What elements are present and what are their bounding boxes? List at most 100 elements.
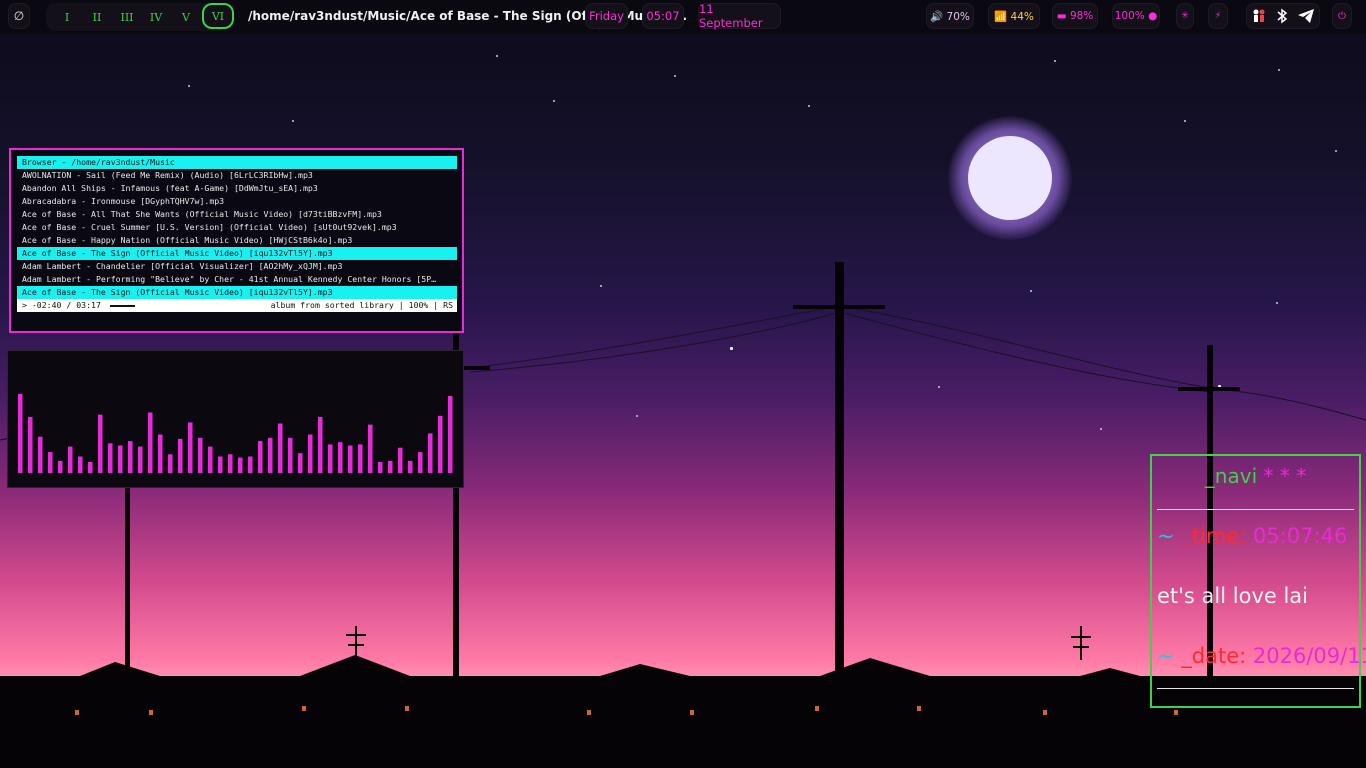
visualizer-bar xyxy=(318,416,323,473)
brightness-label: 100% ● xyxy=(1114,10,1158,22)
now-playing-bar: Ace of Base - The Sign (Official Music V… xyxy=(17,286,457,299)
date-value: 2026/09/11 xyxy=(1252,644,1366,668)
visualizer-bar xyxy=(28,416,33,473)
divider xyxy=(1157,509,1354,510)
visualizer-bar xyxy=(18,393,23,473)
playlist-item[interactable]: Abracadabra - Ironmouse [DGyphTQHV7w].mp… xyxy=(17,195,457,208)
people-icon[interactable] xyxy=(1251,8,1267,24)
visualizer-bar xyxy=(268,437,273,473)
visualizer-bar xyxy=(98,414,103,473)
bolt-icon: ⚡ xyxy=(1214,11,1222,21)
bluetooth-icon[interactable] xyxy=(1276,8,1288,24)
visualizer-bar xyxy=(128,441,133,473)
visualizer-bar xyxy=(258,441,263,473)
progress-track[interactable] xyxy=(109,302,240,309)
playback-time: > -02:40 / 03:17 xyxy=(22,300,101,310)
visualizer-bar xyxy=(398,447,403,473)
visualizer-bar xyxy=(88,462,93,473)
visualizer-bar xyxy=(198,437,203,473)
tray-button-2[interactable]: ⚡ xyxy=(1208,3,1228,29)
window-light xyxy=(75,710,79,715)
workspace-5-button[interactable]: V xyxy=(173,4,199,30)
volume-label: 🔊 70% xyxy=(930,10,970,23)
power-icon: ⏻ xyxy=(1338,10,1346,22)
playlist-item[interactable]: AWOLNATION - Sail (Feed Me Remix) (Audio… xyxy=(17,169,457,182)
visualizer-bar xyxy=(48,452,53,473)
battery-widget[interactable]: ▬ 98% xyxy=(1052,3,1098,29)
date-label: 11 September xyxy=(698,2,781,30)
window-light xyxy=(302,706,306,711)
visualizer-bar xyxy=(168,454,173,473)
telegram-icon[interactable] xyxy=(1297,8,1315,24)
window-light xyxy=(815,706,819,711)
brightness-widget[interactable]: 100% ● xyxy=(1112,3,1160,29)
power-button[interactable]: ⏻ xyxy=(1332,3,1352,29)
playlist-item[interactable]: Ace of Base - Cruel Summer [U.S. Version… xyxy=(17,221,457,234)
window-light xyxy=(149,710,153,715)
visualizer-bar xyxy=(148,412,153,473)
music-player-window[interactable]: Browser - /home/rav3ndust/Music AWOLNATI… xyxy=(9,148,464,333)
navi-stars: * * * xyxy=(1263,464,1307,488)
visualizer-bar xyxy=(118,445,123,473)
visualizer-bar xyxy=(188,422,193,473)
workspace-4-button[interactable]: IV xyxy=(143,4,169,30)
playlist-item[interactable]: Ace of Base - Happy Nation (Official Mus… xyxy=(17,234,457,247)
playlist-item[interactable]: Abandon All Ships - Infamous (feat A-Gam… xyxy=(17,182,457,195)
tray-button-1[interactable]: ✳ xyxy=(1176,3,1194,29)
visualizer-bar xyxy=(328,444,333,473)
time-value: 05:07:46 xyxy=(1252,524,1348,548)
time-label: _time: xyxy=(1174,524,1253,548)
navi-message: et's all love lai xyxy=(1157,584,1308,608)
visualizer-bar xyxy=(158,434,163,473)
volume-widget[interactable]: 🔊 70% xyxy=(926,3,974,29)
workspace-6-button[interactable]: VI xyxy=(202,3,234,29)
top-bar: ∅ I II III IV V VI /home/rav3ndust/Music… xyxy=(0,0,1366,34)
visualizer-bar xyxy=(368,424,373,473)
date-label: _date: xyxy=(1174,644,1253,668)
visualizer-bar xyxy=(448,396,453,473)
player-status: album from sorted library | 100% | RS xyxy=(270,300,453,310)
clock-label: 05:07 xyxy=(642,3,684,29)
visualizer-bar xyxy=(388,460,393,473)
visualizer-bar xyxy=(138,446,143,473)
wifi-widget[interactable]: 📶 44% xyxy=(988,3,1040,29)
tilde-prefix: ~ xyxy=(1157,524,1175,548)
playlist-item[interactable]: Adam Lambert - Chandelier [Official Visu… xyxy=(17,260,457,273)
workspace-3-button[interactable]: III xyxy=(114,4,140,30)
day-label: Friday xyxy=(585,3,628,29)
window-light xyxy=(917,706,921,711)
playlist-item[interactable]: Adam Lambert - Performing "Believe" by C… xyxy=(17,273,457,286)
visualizer-bar xyxy=(358,444,363,473)
visualizer-bar xyxy=(288,437,293,473)
visualizer-bar xyxy=(218,456,223,473)
visualizer-bar xyxy=(278,423,283,473)
playlist-item[interactable]: Ace of Base - All That She Wants (Offici… xyxy=(17,208,457,221)
progress-fill xyxy=(109,305,135,307)
asterisk-icon: ✳ xyxy=(1181,11,1189,21)
visualizer-bar xyxy=(238,457,243,473)
visualizer-bar xyxy=(418,452,423,473)
launcher-button[interactable]: ∅ xyxy=(8,3,30,29)
status-line: > -02:40 / 03:17 album from sorted libra… xyxy=(17,299,457,312)
window-light xyxy=(1174,710,1178,715)
browser-header: Browser - /home/rav3ndust/Music xyxy=(17,156,457,169)
visualizer-bars xyxy=(18,393,453,473)
window-light xyxy=(587,710,591,715)
visualizer-bar xyxy=(108,443,113,473)
divider xyxy=(1157,688,1354,689)
workspace-1-button[interactable]: I xyxy=(54,4,80,30)
visualizer-bar xyxy=(298,453,303,473)
visualizer-bar xyxy=(228,454,233,473)
visualizer-bar xyxy=(338,442,343,473)
window-light xyxy=(1043,710,1047,715)
navi-title: _navi xyxy=(1204,464,1258,488)
window-light xyxy=(690,710,694,715)
workspace-2-button[interactable]: II xyxy=(84,4,110,30)
launcher-icon: ∅ xyxy=(13,9,25,23)
visualizer-bar xyxy=(428,433,433,473)
visualizer-bar xyxy=(68,446,73,473)
visualizer-bar xyxy=(438,415,443,473)
playlist-item-selected[interactable]: Ace of Base - The Sign (Official Music V… xyxy=(17,247,457,260)
navi-title-row: _navi * * * xyxy=(1152,464,1359,488)
wifi-label: 📶 44% xyxy=(994,10,1034,23)
